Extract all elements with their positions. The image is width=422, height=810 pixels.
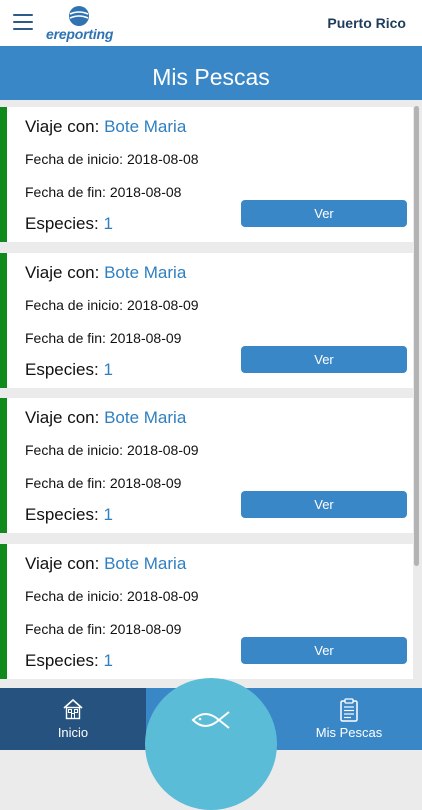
boat-name-link[interactable]: Bote Maria [104, 554, 186, 573]
trip-card: Viaje con: Bote Maria Fecha de inicio: 2… [0, 544, 413, 679]
end-date-row: Fecha de fin: 2018-08-08 [25, 184, 181, 200]
end-label: Fecha de fin: [25, 475, 110, 491]
start-date: 2018-08-08 [126, 151, 199, 167]
species-count: 1 [103, 214, 113, 233]
ver-button[interactable]: Ver [241, 200, 407, 227]
trip-card: Viaje con: Bote Maria Fecha de inicio: 2… [0, 253, 413, 388]
ver-button[interactable]: Ver [241, 346, 407, 373]
start-date: 2018-08-09 [126, 297, 199, 313]
end-label: Fecha de fin: [25, 184, 110, 200]
trip-label: Viaje con: [25, 554, 105, 573]
end-label: Fecha de fin: [25, 621, 110, 637]
nav-home-label: Inicio [57, 725, 89, 740]
end-date: 2018-08-08 [109, 184, 182, 200]
app-logo: ereporting [46, 5, 116, 43]
species-row: Especies: 1 [25, 651, 113, 671]
start-date: 2018-08-09 [126, 442, 199, 458]
start-date-row: Fecha de inicio: 2018-08-08 [25, 151, 199, 167]
start-date-row: Fecha de inicio: 2018-08-09 [25, 297, 199, 313]
trip-card: Viaje con: Bote Maria Fecha de inicio: 2… [0, 107, 413, 242]
end-date: 2018-08-09 [109, 475, 182, 491]
end-date-row: Fecha de fin: 2018-08-09 [25, 330, 181, 346]
ver-button[interactable]: Ver [241, 637, 407, 664]
trip-boat-row: Viaje con: Bote Maria [25, 408, 186, 428]
hamburger-menu-icon[interactable] [13, 14, 33, 30]
species-count: 1 [103, 505, 113, 524]
trip-label: Viaje con: [25, 263, 105, 282]
new-catch-fab[interactable] [145, 678, 277, 810]
end-label: Fecha de fin: [25, 330, 110, 346]
boat-name-link[interactable]: Bote Maria [104, 263, 186, 282]
species-count: 1 [103, 360, 113, 379]
start-label: Fecha de inicio: [25, 297, 127, 313]
species-row: Especies: 1 [25, 214, 113, 234]
boat-name-link[interactable]: Bote Maria [104, 408, 186, 427]
trip-card: Viaje con: Bote Maria Fecha de inicio: 2… [0, 398, 413, 533]
scrollbar[interactable] [414, 106, 419, 566]
trip-label: Viaje con: [25, 408, 105, 427]
nav-mis-pescas-tab[interactable]: Mis Pescas [276, 688, 422, 750]
species-row: Especies: 1 [25, 505, 113, 525]
start-date: 2018-08-09 [126, 588, 199, 604]
fish-icon [191, 711, 230, 729]
species-label: Especies: [25, 651, 104, 670]
top-bar: ereporting Puerto Rico [0, 0, 422, 46]
trip-list[interactable]: Viaje con: Bote Maria Fecha de inicio: 2… [0, 100, 422, 688]
trip-boat-row: Viaje con: Bote Maria [25, 554, 186, 574]
trip-boat-row: Viaje con: Bote Maria [25, 117, 186, 137]
species-label: Especies: [25, 505, 104, 524]
start-label: Fecha de inicio: [25, 151, 127, 167]
start-label: Fecha de inicio: [25, 442, 127, 458]
clipboard-icon [340, 698, 358, 722]
start-date-row: Fecha de inicio: 2018-08-09 [25, 588, 199, 604]
house-icon [63, 698, 83, 720]
species-label: Especies: [25, 360, 104, 379]
nav-home-tab[interactable]: Inicio [0, 688, 146, 750]
globe-logo-icon [69, 6, 89, 26]
species-label: Especies: [25, 214, 104, 233]
end-date-row: Fecha de fin: 2018-08-09 [25, 621, 181, 637]
nav-mis-pescas-label: Mis Pescas [315, 725, 383, 740]
species-count: 1 [103, 651, 113, 670]
start-date-row: Fecha de inicio: 2018-08-09 [25, 442, 199, 458]
page-title: Mis Pescas [152, 64, 270, 90]
end-date: 2018-08-09 [109, 621, 182, 637]
boat-name-link[interactable]: Bote Maria [104, 117, 186, 136]
species-row: Especies: 1 [25, 360, 113, 380]
end-date: 2018-08-09 [109, 330, 182, 346]
region-label: Puerto Rico [327, 15, 406, 31]
start-label: Fecha de inicio: [25, 588, 127, 604]
logo-text: ereporting [46, 26, 114, 42]
end-date-row: Fecha de fin: 2018-08-09 [25, 475, 181, 491]
trip-boat-row: Viaje con: Bote Maria [25, 263, 186, 283]
trip-label: Viaje con: [25, 117, 105, 136]
ver-button[interactable]: Ver [241, 491, 407, 518]
title-bar: Mis Pescas [0, 46, 422, 100]
